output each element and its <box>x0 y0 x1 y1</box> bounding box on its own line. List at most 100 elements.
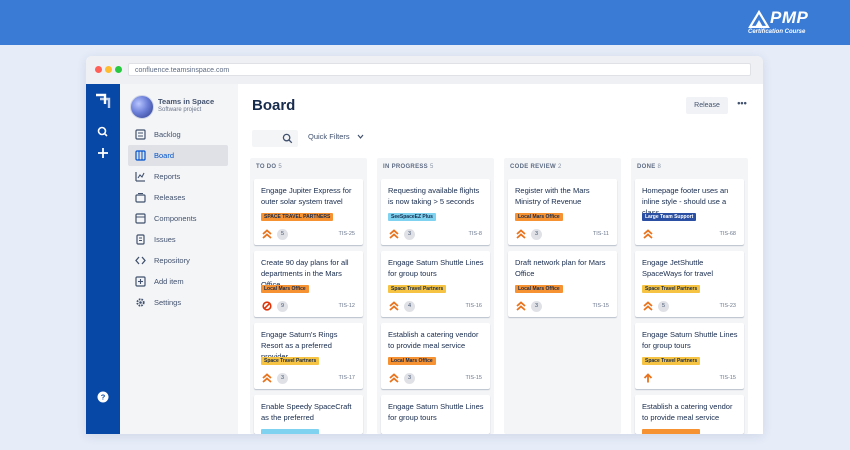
issue-summary: Engage Saturn Shuttle Lines for group to… <box>388 402 484 422</box>
issue-key[interactable]: TIS-17 <box>338 375 355 381</box>
epic-tag: Large Team Support <box>642 213 697 221</box>
epic-tag: Space Travel Partners <box>642 285 701 293</box>
story-points-badge: 3 <box>277 373 288 384</box>
issue-key[interactable]: TIS-15 <box>592 303 609 309</box>
issue-card[interactable]: Engage Saturn Shuttle Lines for group to… <box>381 251 490 317</box>
issue-key[interactable]: TIS-68 <box>719 231 736 237</box>
more-actions-button[interactable]: ••• <box>734 97 750 114</box>
issue-summary: Establish a catering vendor to provide m… <box>388 330 479 350</box>
issue-card[interactable]: Register with the Mars Ministry of Reven… <box>508 179 617 245</box>
top-banner <box>0 0 850 45</box>
priority-highest-icon <box>262 229 272 239</box>
brand-mark-icon <box>748 10 770 28</box>
sidebar-item-components[interactable]: Components <box>128 208 228 229</box>
story-points-badge: 3 <box>404 229 415 240</box>
sidebar-item-add-item[interactable]: Add item <box>128 271 228 292</box>
issue-summary: Engage JetShuttle SpaceWays for travel <box>642 258 713 278</box>
issue-key[interactable]: TIS-12 <box>338 303 355 309</box>
issue-card[interactable]: Enable Speedy SpaceCraft as the preferre… <box>254 395 363 434</box>
board-icon <box>135 150 146 161</box>
issue-card[interactable]: Engage Saturn's Rings Resort as a prefer… <box>254 323 363 389</box>
maximize-window-dot[interactable] <box>115 66 122 73</box>
issue-key[interactable]: TIS-16 <box>465 303 482 309</box>
sidebar-item-label: Backlog <box>154 130 181 139</box>
project-name[interactable]: Teams in Space <box>158 97 214 106</box>
issue-key[interactable]: TIS-15 <box>465 375 482 381</box>
global-nav-rail: ? <box>86 84 120 434</box>
sidebar-item-label: Add item <box>154 277 184 286</box>
story-points-badge: 5 <box>658 301 669 312</box>
issues-icon <box>136 234 145 245</box>
sidebar-item-reports[interactable]: Reports <box>128 166 228 187</box>
issue-summary: Enable Speedy SpaceCraft as the preferre… <box>261 402 352 422</box>
issue-summary: Engage Jupiter Express for outer solar s… <box>261 186 352 206</box>
priority-highest-icon <box>643 229 653 239</box>
priority-highest-icon <box>389 373 399 383</box>
board-main: Board Release ••• Quick Filters TO DO 5 E… <box>238 84 763 434</box>
chevron-down-icon <box>357 134 364 139</box>
release-button[interactable]: Release <box>686 97 728 114</box>
issue-card[interactable]: Draft network plan for Mars Office Local… <box>508 251 617 317</box>
issue-summary: Register with the Mars Ministry of Reven… <box>515 186 590 206</box>
backlog-icon <box>135 129 146 140</box>
sidebar-item-board[interactable]: Board <box>128 145 228 166</box>
story-points-badge: 9 <box>277 301 288 312</box>
board-column-todo: TO DO 5 Engage Jupiter Express for outer … <box>250 158 367 434</box>
project-avatar[interactable] <box>130 95 154 119</box>
epic-tag: Space Travel Partners <box>388 285 447 293</box>
column-header: CODE REVIEW 2 <box>510 164 562 170</box>
issue-key[interactable]: TIS-8 <box>469 231 482 237</box>
issue-card[interactable]: Establish a catering vendor to provide m… <box>381 323 490 389</box>
issue-card[interactable]: Homepage footer uses an inline style - s… <box>635 179 744 245</box>
column-header: DONE 8 <box>637 164 662 170</box>
url-bar[interactable]: confluence.teamsinspace.com <box>128 63 751 76</box>
close-window-dot[interactable] <box>95 66 102 73</box>
issue-key[interactable]: TIS-15 <box>719 375 736 381</box>
components-icon <box>135 213 146 224</box>
issue-key[interactable]: TIS-11 <box>593 231 609 237</box>
priority-highest-icon <box>516 301 526 311</box>
page-title: Board <box>252 97 296 114</box>
reports-icon <box>135 172 145 182</box>
sidebar-item-label: Issues <box>154 235 176 244</box>
epic-tag: Local Mars Office <box>388 357 436 365</box>
epic-tag: Local Mars Office <box>515 285 563 293</box>
issue-card[interactable]: Requesting available flights is now taki… <box>381 179 490 245</box>
issue-key[interactable]: TIS-23 <box>719 303 736 309</box>
sidebar-item-repository[interactable]: Repository <box>128 250 228 271</box>
create-plus-icon[interactable] <box>86 147 120 159</box>
issue-card[interactable]: Engage JetShuttle SpaceWays for travel S… <box>635 251 744 317</box>
quick-filters-dropdown[interactable]: Quick Filters <box>308 132 364 141</box>
sidebar-item-settings[interactable]: Settings <box>128 292 228 313</box>
jira-logo-icon[interactable] <box>86 93 120 109</box>
epic-tag: Local Mars Office <box>261 285 309 293</box>
sidebar-item-releases[interactable]: Releases <box>128 187 228 208</box>
blocked-icon <box>262 301 272 311</box>
epic-tag: SeeSpaceEZ Plus <box>388 213 436 221</box>
search-icon[interactable] <box>86 126 120 138</box>
sidebar-item-label: Reports <box>154 172 181 181</box>
gear-icon <box>136 298 145 307</box>
epic-tag: SPACE TRAVEL PARTNERS <box>261 213 334 221</box>
issue-card[interactable]: Engage Jupiter Express for outer solar s… <box>254 179 363 245</box>
issue-card[interactable]: Engage Saturn Shuttle Lines for group to… <box>635 323 744 389</box>
issue-card[interactable]: Establish a catering vendor to provide m… <box>635 395 744 434</box>
help-icon[interactable]: ? <box>86 391 120 403</box>
browser-chrome: confluence.teamsinspace.com <box>86 56 763 85</box>
brand-logo: PMP Certification Course <box>748 8 828 38</box>
epic-tag: Space Travel Partners <box>642 357 701 365</box>
epic-tag <box>642 429 700 434</box>
column-header: TO DO 5 <box>256 164 283 170</box>
sidebar-item-issues[interactable]: Issues <box>128 229 228 250</box>
project-type: Software project <box>158 107 202 113</box>
minimize-window-dot[interactable] <box>105 66 112 73</box>
board-column-in-progress: IN PROGRESS 5 Requesting available flight… <box>377 158 494 434</box>
issue-card[interactable]: Create 90 day plans for all departments … <box>254 251 363 317</box>
issue-summary: Draft network plan for Mars Office <box>515 258 606 278</box>
board-search-input[interactable] <box>252 130 298 147</box>
issue-summary: Requesting available flights is now taki… <box>388 186 480 206</box>
issue-key[interactable]: TIS-25 <box>338 231 355 237</box>
board-column-done: DONE 8 Homepage footer uses an inline sty… <box>631 158 748 434</box>
sidebar-item-backlog[interactable]: Backlog <box>128 124 228 145</box>
issue-card[interactable]: Engage Saturn Shuttle Lines for group to… <box>381 395 490 434</box>
